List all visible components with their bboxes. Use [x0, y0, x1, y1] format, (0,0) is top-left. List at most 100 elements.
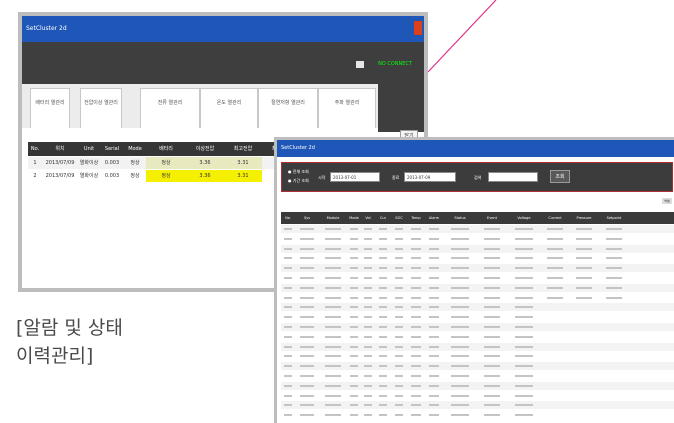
status-col-header[interactable]: Module [319, 212, 347, 224]
table-cell [347, 313, 361, 321]
search-button[interactable]: 조회 [550, 170, 570, 183]
table-cell [361, 313, 375, 321]
table-cell [569, 254, 599, 262]
cell-mode: 정상 [130, 173, 140, 179]
to-label: 종료 [392, 175, 400, 180]
table-cell [425, 254, 443, 262]
status-window-titlebar[interactable]: SetCluster 2d [277, 140, 674, 157]
table-row[interactable] [281, 264, 674, 273]
table-cell [425, 352, 443, 360]
table-row[interactable] [281, 234, 674, 243]
status-col-header[interactable]: Alarm [425, 212, 443, 224]
table-row[interactable] [281, 323, 674, 331]
table-row[interactable] [281, 372, 674, 380]
tab-insulation[interactable]: 절연저항 열관리 [258, 88, 318, 128]
status-col-header[interactable]: Mode [347, 212, 361, 224]
table-row[interactable] [281, 352, 674, 361]
table-cell [599, 303, 629, 311]
status-col-header[interactable]: Status [443, 212, 477, 224]
status-col-header[interactable]: Temp [407, 212, 425, 224]
radio-period[interactable]: ● 기간 조회 [288, 178, 309, 184]
table-row[interactable] [281, 293, 674, 302]
col-header-battery[interactable]: 배터리 [146, 142, 186, 156]
table-row[interactable] [281, 303, 674, 312]
close-button[interactable] [414, 21, 422, 35]
table-row[interactable] [281, 381, 674, 390]
col-header-abnormal-voltage[interactable]: 이상전압 [186, 142, 224, 156]
table-cell [375, 274, 391, 282]
tab-current[interactable]: 전류 열관리 [140, 88, 200, 128]
table-row[interactable] [281, 225, 674, 233]
status-col-header[interactable]: SOC [391, 212, 407, 224]
table-row[interactable] [281, 411, 674, 420]
table-row[interactable] [281, 283, 674, 292]
table-cell [391, 225, 407, 233]
table-cell [375, 392, 391, 400]
table-cell [319, 372, 347, 380]
status-col-header[interactable]: Vol [361, 212, 375, 224]
status-col-header[interactable]: Event [477, 212, 507, 224]
table-cell [391, 294, 407, 302]
cell-battery: 정상 [146, 157, 186, 169]
table-cell [347, 343, 361, 351]
status-col-header[interactable]: Current [541, 212, 569, 224]
col-header-location[interactable]: 위치 [42, 142, 78, 156]
tab-frequency[interactable]: 주파 열관리 [318, 88, 376, 128]
col-header-no[interactable]: No. [28, 142, 42, 156]
tab-voltage[interactable]: 전압이상 열관리 [80, 88, 122, 128]
table-cell [375, 254, 391, 262]
table-cell [477, 372, 507, 380]
tab-temperature[interactable]: 온도 열관리 [200, 88, 258, 128]
from-date-input[interactable]: 2013-07-01 [330, 172, 380, 182]
col-header-unit[interactable]: Unit [78, 142, 100, 156]
table-row[interactable] [281, 313, 674, 322]
table-row[interactable] [281, 362, 674, 371]
status-col-header[interactable]: No. [281, 212, 295, 224]
cell-location: 2013/07/09 [45, 160, 75, 166]
table-cell [507, 264, 541, 272]
table-row[interactable] [281, 254, 674, 263]
table-row[interactable] [281, 401, 674, 410]
table-cell [375, 313, 391, 321]
keyword-input[interactable] [488, 172, 538, 182]
table-cell [507, 313, 541, 321]
alarm-window-titlebar[interactable]: SetCluster 2d [22, 16, 424, 42]
status-col-header[interactable]: Cur [375, 212, 391, 224]
table-cell [443, 382, 477, 390]
table-row[interactable] [281, 244, 674, 253]
table-cell [541, 323, 569, 331]
status-window-body: SetCluster 2d ● 전체 조회 ● 기간 조회 시작 2013-07… [277, 140, 674, 423]
status-col-header[interactable]: Voltage [507, 212, 541, 224]
status-table-header: No. Sys Module Mode Vol Cur SOC Temp Alarm Status… [281, 212, 674, 224]
table-cell [391, 392, 407, 400]
table-cell [281, 392, 295, 400]
status-col-header[interactable]: Sys [295, 212, 319, 224]
col-header-max-voltage[interactable]: 최고전압 [224, 142, 262, 156]
table-cell [319, 254, 347, 262]
table-cell [541, 225, 569, 233]
table-row[interactable] [281, 274, 674, 282]
status-col-header[interactable]: Pressure [569, 212, 599, 224]
table-cell [477, 343, 507, 351]
table-cell [319, 235, 347, 243]
table-cell [319, 274, 347, 282]
table-row[interactable] [281, 332, 674, 341]
radio-all[interactable]: ● 전체 조회 [288, 169, 309, 175]
export-button[interactable]: 엑셀 [662, 198, 672, 204]
col-header-mode[interactable]: Mode [124, 142, 146, 156]
table-cell [407, 254, 425, 262]
table-cell [477, 303, 507, 311]
cell-serial: 0.003 [104, 160, 120, 166]
tab-battery[interactable]: 배터리 열관리 [30, 88, 70, 128]
col-header-serial[interactable]: Serial [100, 142, 124, 156]
table-cell [425, 235, 443, 243]
table-row[interactable] [281, 342, 674, 351]
table-cell [425, 333, 443, 341]
table-cell [391, 352, 407, 360]
table-cell [443, 323, 477, 331]
to-date-input[interactable]: 2013-07-09 [404, 172, 456, 182]
table-cell [541, 284, 569, 292]
table-row[interactable] [281, 391, 674, 400]
table-cell [569, 343, 599, 351]
status-col-header[interactable]: Setpoint [599, 212, 629, 224]
